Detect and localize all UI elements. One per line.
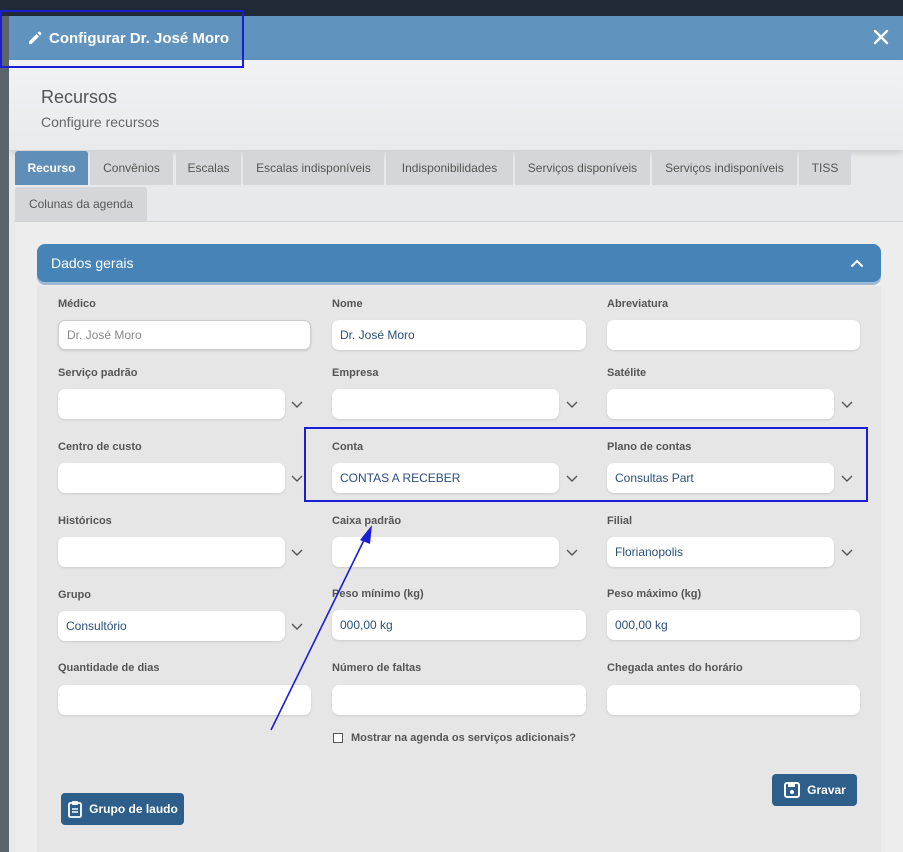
chegada-label: Chegada antes do horário — [607, 662, 743, 674]
page-title: Recursos — [41, 87, 118, 107]
nome-label: Nome — [332, 298, 363, 310]
page-header: Recursos Configure recursos — [9, 60, 903, 150]
satelite-select[interactable] — [607, 389, 834, 419]
caixa-padrao-label: Caixa padrão — [332, 515, 402, 527]
quantidade-dias-label: Quantidade de dias — [58, 662, 160, 674]
chevron-down-icon[interactable] — [290, 545, 304, 559]
satelite-label: Satélite — [607, 367, 647, 379]
panel-body — [37, 286, 881, 852]
centro-custo-label: Centro de custo — [58, 441, 142, 453]
panel-header-dados-gerais[interactable]: Dados gerais — [37, 244, 881, 282]
panel-title: Dados gerais — [51, 255, 134, 271]
save-button[interactable]: Gravar — [772, 774, 857, 806]
tab-recurso[interactable]: Recurso — [15, 151, 88, 185]
medico-label: Médico — [58, 298, 96, 310]
historicos-label: Históricos — [58, 515, 112, 527]
caixa-padrao-select[interactable] — [332, 537, 559, 567]
nome-input[interactable]: Dr. José Moro — [332, 320, 586, 350]
peso-minimo-input[interactable]: 000,00 kg — [332, 610, 586, 640]
historicos-select[interactable] — [58, 537, 285, 567]
servicos-adicionais-row: Mostrar na agenda os serviços adicionais… — [333, 732, 576, 744]
tab-servicos-indisponiveis[interactable]: Serviços indisponíveis — [652, 151, 797, 185]
peso-minimo-label: Peso mínimo (kg) — [332, 588, 424, 600]
abreviatura-label: Abreviatura — [607, 298, 669, 310]
grupo-laudo-button[interactable]: Grupo de laudo — [61, 793, 184, 825]
quantidade-dias-input[interactable] — [58, 685, 311, 715]
chevron-down-icon[interactable] — [840, 545, 854, 559]
chevron-down-icon[interactable] — [290, 397, 304, 411]
numero-faltas-input[interactable] — [332, 685, 586, 715]
numero-faltas-label: Número de faltas — [332, 662, 422, 674]
tab-escalas[interactable]: Escalas — [176, 151, 241, 185]
filial-label: Filial — [607, 515, 633, 527]
tab-colunas-agenda[interactable]: Colunas da agenda — [15, 187, 147, 221]
page-subtitle: Configure recursos — [41, 114, 160, 130]
save-icon — [784, 782, 801, 798]
grupo-laudo-label: Grupo de laudo — [89, 802, 178, 816]
servicos-adicionais-checkbox[interactable] — [333, 733, 343, 743]
chevron-down-icon[interactable] — [565, 545, 579, 559]
grupo-label: Grupo — [58, 589, 91, 601]
tab-escalas-indisponiveis[interactable]: Escalas indisponíveis — [243, 151, 384, 185]
servico-padrao-label: Serviço padrão — [58, 367, 138, 379]
servicos-adicionais-label: Mostrar na agenda os serviços adicionais… — [351, 732, 576, 744]
chevron-up-icon[interactable] — [849, 255, 865, 271]
chevron-down-icon[interactable] — [565, 397, 579, 411]
tab-convenios[interactable]: Convênios — [90, 151, 173, 185]
annotation-box-title — [0, 10, 244, 68]
peso-maximo-label: Peso máximo (kg) — [607, 588, 702, 600]
close-icon[interactable] — [871, 27, 891, 47]
filial-select[interactable]: Florianopolis — [607, 537, 834, 567]
tab-servicos-disponiveis[interactable]: Serviços disponíveis — [515, 151, 650, 185]
chegada-input[interactable] — [607, 685, 860, 715]
tab-tiss[interactable]: TISS — [799, 151, 851, 185]
chevron-down-icon[interactable] — [290, 471, 304, 485]
clipboard-icon — [68, 801, 83, 818]
servico-padrao-select[interactable] — [58, 389, 285, 419]
save-button-label: Gravar — [807, 783, 846, 797]
annotation-box-conta-plano — [304, 427, 868, 502]
grupo-select[interactable]: Consultório — [58, 611, 285, 641]
centro-custo-select[interactable] — [58, 463, 285, 493]
tab-indisponibilidades[interactable]: Indisponibilidades — [386, 151, 513, 185]
medico-field: Dr. José Moro — [58, 320, 311, 350]
chevron-down-icon[interactable] — [840, 397, 854, 411]
empresa-label: Empresa — [332, 367, 379, 379]
abreviatura-input[interactable] — [607, 320, 860, 350]
peso-maximo-input[interactable]: 000,00 kg — [607, 610, 860, 640]
chevron-down-icon[interactable] — [290, 619, 304, 633]
empresa-select[interactable] — [332, 389, 559, 419]
